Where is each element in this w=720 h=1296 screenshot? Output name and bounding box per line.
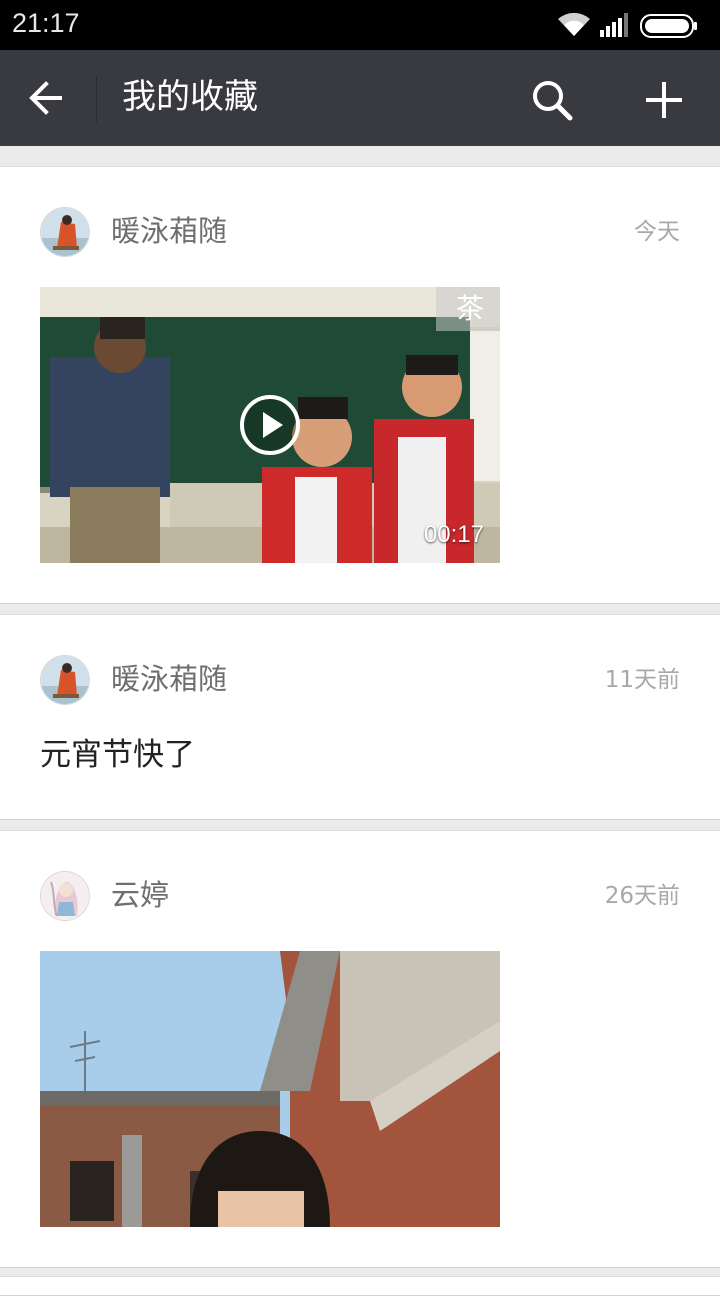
battery-icon <box>640 14 697 38</box>
favorite-item-partial[interactable] <box>0 1276 720 1296</box>
search-button[interactable] <box>526 74 578 126</box>
image-thumbnail[interactable] <box>40 951 500 1227</box>
avatar-image <box>41 656 89 704</box>
favorite-item[interactable]: 暖泳葙随 今天 茶 00:17 <box>0 166 720 604</box>
author-name[interactable]: 云婷 <box>111 875 169 915</box>
wifi-icon <box>558 12 590 36</box>
video-duration: 00:17 <box>423 521 484 548</box>
timestamp: 11天前 <box>604 667 680 693</box>
avatar-image <box>41 872 89 920</box>
timestamp: 今天 <box>634 219 680 245</box>
author-name[interactable]: 暖泳葙随 <box>111 211 227 251</box>
search-icon <box>533 81 573 121</box>
page-title: 我的收藏 <box>122 77 258 117</box>
play-icon <box>240 395 300 455</box>
add-button[interactable] <box>636 74 692 126</box>
app-bar: 我的收藏 <box>0 50 720 146</box>
status-bar: 21:17 <box>0 0 720 50</box>
avatar[interactable] <box>40 655 90 705</box>
play-button[interactable] <box>239 394 301 456</box>
favorite-text: 元宵节快了 <box>40 737 195 773</box>
avatar[interactable] <box>40 207 90 257</box>
signal-icon <box>600 13 628 37</box>
back-button[interactable] <box>20 72 76 124</box>
status-time: 21:17 <box>12 8 80 38</box>
avatar-image <box>41 208 89 256</box>
video-thumbnail[interactable]: 茶 00:17 <box>40 287 500 563</box>
timestamp: 26天前 <box>604 883 680 909</box>
favorite-item[interactable]: 暖泳葙随 11天前 元宵节快了 <box>0 614 720 820</box>
avatar[interactable] <box>40 871 90 921</box>
favorite-item[interactable]: 云婷 26天前 <box>0 830 720 1268</box>
header-divider <box>96 76 97 122</box>
watermark: 茶 <box>436 287 500 331</box>
plus-icon <box>646 82 682 118</box>
author-name[interactable]: 暖泳葙随 <box>111 659 227 699</box>
arrow-left-icon <box>29 81 62 115</box>
photo <box>40 951 500 1227</box>
